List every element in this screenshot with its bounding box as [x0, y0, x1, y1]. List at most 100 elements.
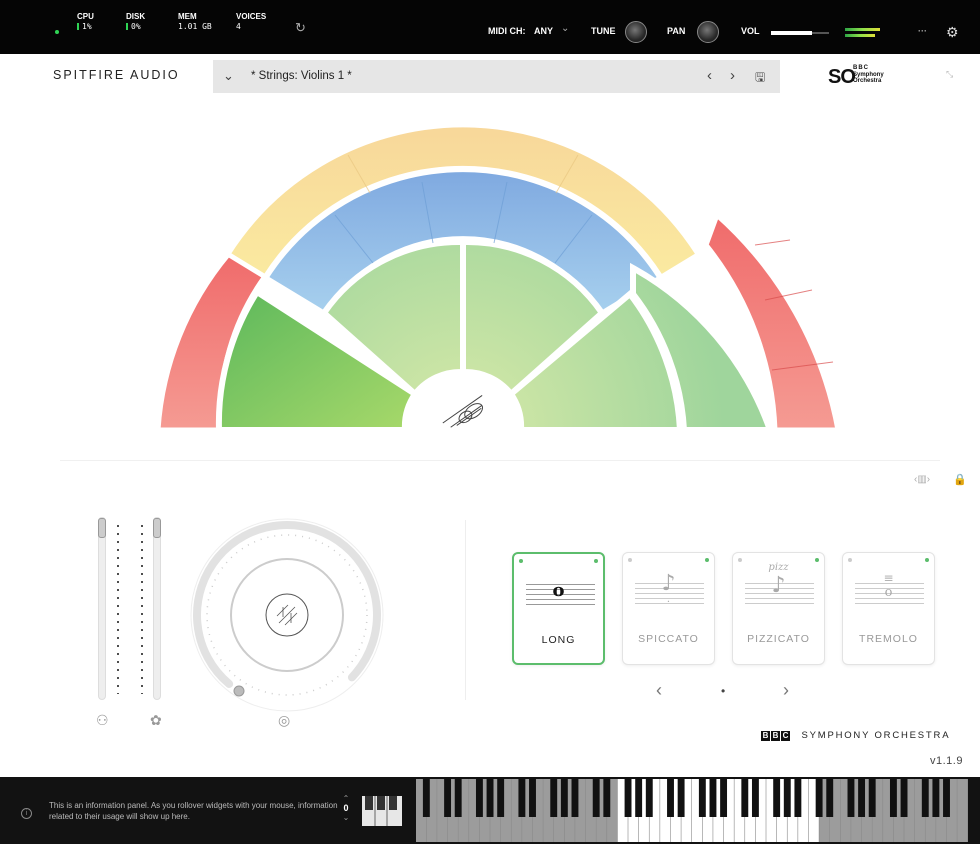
volume-fill	[771, 31, 812, 35]
dial-handle[interactable]	[233, 685, 245, 697]
black-key[interactable]	[889, 779, 897, 817]
chevron-down-icon[interactable]: ⌄	[223, 68, 234, 84]
black-key[interactable]	[826, 779, 834, 817]
reverb-icon[interactable]: ✿	[150, 712, 162, 729]
black-key[interactable]	[932, 779, 940, 817]
status-dot	[925, 558, 929, 562]
articulation-label: LONG	[541, 634, 576, 646]
black-key[interactable]	[571, 779, 579, 817]
more-menu-icon[interactable]: ···	[918, 26, 927, 36]
next-preset-icon[interactable]: ›	[730, 67, 735, 84]
piano-keyboard[interactable]	[416, 779, 968, 842]
bbc-so-branding: BBC SYMPHONY ORCHESTRA	[761, 730, 950, 741]
articulation-long[interactable]: o LONG	[512, 552, 605, 665]
black-key[interactable]	[783, 779, 791, 817]
tune-knob[interactable]	[625, 21, 647, 43]
black-key[interactable]	[698, 779, 706, 817]
status-dot	[594, 559, 598, 563]
preset-bar[interactable]: ⌄ * Strings: Violins 1 * ‹ › 🖫	[213, 60, 780, 93]
gear-icon[interactable]: ⚙	[946, 24, 959, 41]
mix-icon[interactable]: ⚇	[96, 712, 109, 729]
lock-icon[interactable]: 🔒	[953, 473, 967, 486]
black-key[interactable]	[560, 779, 568, 817]
black-key[interactable]	[900, 779, 908, 817]
fader-handle[interactable]	[98, 518, 106, 538]
fader-handle[interactable]	[153, 518, 161, 538]
black-key[interactable]	[422, 779, 430, 817]
black-key[interactable]	[550, 779, 558, 817]
large-dial[interactable]	[187, 515, 387, 715]
black-key[interactable]	[635, 779, 643, 817]
mem-label: MEM	[178, 12, 197, 21]
black-key[interactable]	[751, 779, 759, 817]
black-key[interactable]	[603, 779, 611, 817]
dynamics-fader[interactable]	[98, 517, 106, 700]
refresh-icon[interactable]: ↻	[295, 20, 306, 36]
previous-preset-icon[interactable]: ‹	[707, 67, 712, 84]
midi-channel-select[interactable]: ANY	[534, 26, 553, 36]
black-key[interactable]	[815, 779, 823, 817]
black-key[interactable]	[667, 779, 674, 817]
so-logo: SO	[828, 66, 856, 88]
black-key[interactable]	[444, 779, 452, 817]
black-key[interactable]	[497, 779, 505, 817]
level-meter-right	[845, 34, 875, 37]
volume-slider[interactable]	[771, 31, 829, 35]
next-page-icon[interactable]: ›	[783, 680, 789, 701]
articulation-pizzicato[interactable]: pizz ♪ PIZZICATO	[732, 552, 825, 665]
info-icon: i	[21, 808, 32, 819]
logo-orchestra: Orchestra	[853, 78, 882, 84]
black-key[interactable]	[486, 779, 494, 817]
pizz-marking: pizz	[768, 562, 789, 573]
octave-selector[interactable]: ⌃ 0 ⌄	[339, 794, 353, 838]
articulation-tremolo[interactable]: ≡ o TREMOLO	[842, 552, 935, 665]
black-key[interactable]	[592, 779, 600, 817]
mem-stat: MEM 1.01 GB	[178, 12, 212, 32]
articulation-spiccato[interactable]: ♪ · SPICCATO	[622, 552, 715, 665]
black-key[interactable]	[868, 779, 876, 817]
black-key[interactable]	[720, 779, 728, 817]
black-key[interactable]	[518, 779, 526, 817]
chevron-down-icon[interactable]: ⌄	[339, 813, 353, 822]
fader-dots	[117, 522, 119, 694]
black-key[interactable]	[943, 779, 950, 817]
cpu-label: CPU	[77, 12, 94, 21]
black-key[interactable]	[677, 779, 685, 817]
black-key[interactable]	[794, 779, 802, 817]
collapse-icon[interactable]: ⤡	[946, 69, 953, 80]
previous-page-icon[interactable]: ‹	[656, 680, 662, 701]
cpu-value: 1%	[82, 22, 92, 31]
chevron-up-icon[interactable]: ⌃	[339, 794, 353, 803]
black-key[interactable]	[741, 779, 749, 817]
chevron-down-icon[interactable]: ⌄	[561, 23, 569, 34]
whole-note-icon: o	[552, 580, 565, 601]
status-dot	[628, 558, 632, 562]
black-key[interactable]	[529, 779, 536, 817]
black-key[interactable]	[709, 779, 717, 817]
save-icon[interactable]: 🖫	[755, 68, 765, 89]
voices-stat: VOICES 4	[236, 12, 266, 32]
brand-text: SYMPHONY ORCHESTRA	[801, 730, 951, 741]
disk-stat: DISK 0%	[126, 12, 145, 32]
expression-fader[interactable]	[153, 517, 161, 700]
black-key[interactable]	[858, 779, 866, 817]
status-dot	[519, 559, 523, 563]
black-key[interactable]	[773, 779, 781, 817]
white-key[interactable]	[957, 779, 968, 842]
keyboard-toggle-icon[interactable]: ‹▥›	[914, 474, 930, 485]
black-key[interactable]	[624, 779, 632, 817]
disk-label: DISK	[126, 12, 146, 21]
so-logo-sub: BBC Symphony Orchestra	[853, 65, 884, 85]
status-dot	[848, 558, 852, 562]
black-key[interactable]	[454, 779, 462, 817]
mem-value: 1.01 GB	[178, 22, 212, 31]
pizzicato-note-icon: ♪	[771, 573, 786, 598]
black-key[interactable]	[847, 779, 855, 817]
black-key[interactable]	[475, 779, 483, 817]
info-panel: This is an information panel. As you rol…	[49, 801, 338, 821]
pan-knob[interactable]	[697, 21, 719, 43]
black-key[interactable]	[645, 779, 653, 817]
top-bar: CPU 1% DISK 0% MEM 1.01 GB VOICES 4 ↻ MI…	[0, 0, 980, 54]
target-icon[interactable]: ◎	[278, 712, 290, 729]
black-key[interactable]	[921, 779, 929, 817]
